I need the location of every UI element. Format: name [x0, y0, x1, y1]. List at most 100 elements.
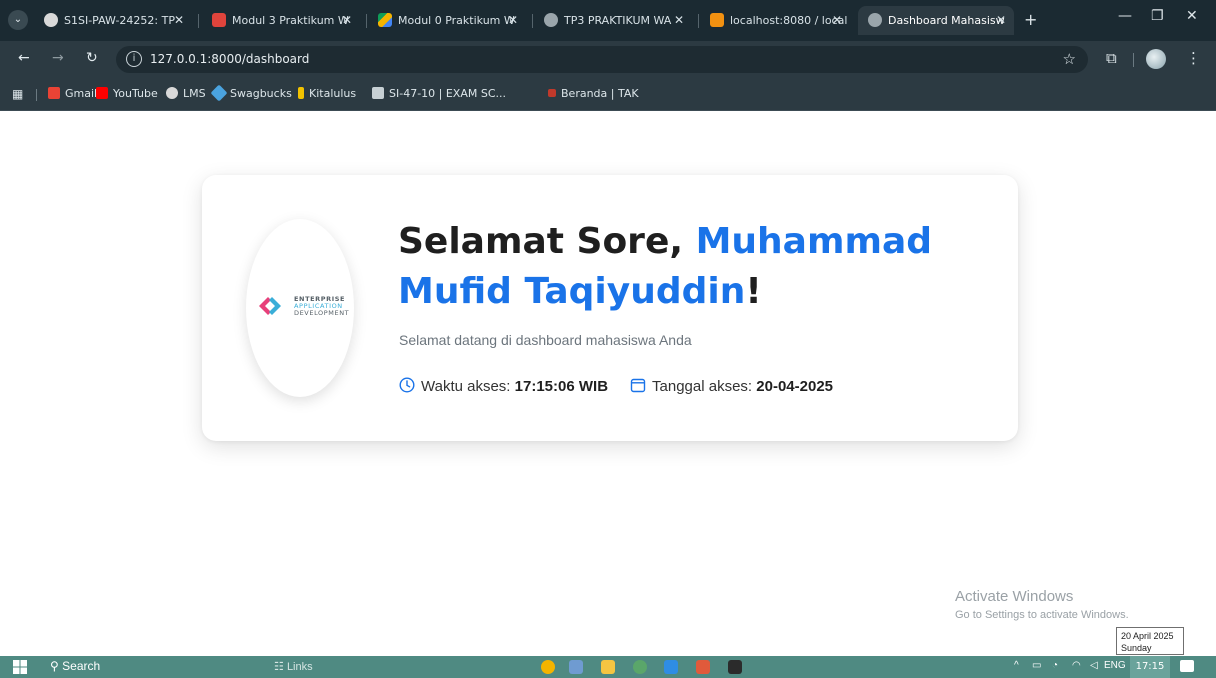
access-info: Waktu akses: 17:15:06 WIB Tanggal akses:…: [399, 377, 834, 395]
welcome-subtitle: Selamat datang di dashboard mahasiswa An…: [399, 332, 692, 348]
bookmark-kitalulus[interactable]: Kitalulus: [298, 87, 356, 100]
bookmarks-bar: ▦ Gmail YouTube LMS Swagbucks Kitalulus …: [0, 78, 1216, 111]
bookmarks-separator: [36, 89, 37, 101]
language-indicator[interactable]: ENG: [1104, 660, 1126, 671]
back-icon[interactable]: ←: [18, 50, 30, 66]
wifi-icon[interactable]: ◠: [1072, 660, 1081, 671]
tab-localhost[interactable]: localhost:8080 / local ✕: [710, 6, 850, 35]
taskbar-search[interactable]: ⚲ Search: [50, 659, 100, 673]
globe-icon: [544, 13, 558, 27]
close-icon[interactable]: ✕: [674, 6, 684, 35]
minimize-icon[interactable]: —: [1118, 8, 1132, 24]
xampp-icon[interactable]: [696, 660, 710, 674]
tab-lms[interactable]: S1SI-PAW-24252: TP ✕: [44, 6, 192, 35]
tab-label: localhost:8080 / local: [730, 14, 848, 27]
bookmark-tak[interactable]: Beranda | TAK: [548, 87, 639, 100]
code-brackets-logo-icon: [259, 297, 281, 315]
swagbucks-icon: [210, 84, 228, 102]
close-icon[interactable]: ✕: [996, 6, 1006, 35]
logo-text: ENTERPRISE APPLICATION DEVELOPMENT: [294, 296, 349, 317]
bookmark-label: YouTube: [113, 87, 158, 100]
chrome-icon[interactable]: [541, 660, 555, 674]
tab-separator: [366, 14, 367, 28]
volume-icon[interactable]: ◁: [1090, 660, 1098, 671]
tab-label: Modul 3 Praktikum W: [232, 14, 349, 27]
apps-grid-icon[interactable]: ▦: [12, 87, 23, 101]
tooltip-day: Sunday: [1121, 643, 1152, 653]
menu-icon[interactable]: ⋮: [1186, 49, 1201, 67]
logo-oval: ENTERPRISE APPLICATION DEVELOPMENT: [246, 219, 354, 397]
close-icon[interactable]: ✕: [342, 6, 352, 35]
taskbar-clock[interactable]: 17:15: [1130, 656, 1170, 678]
time-label: Waktu akses:: [421, 378, 511, 395]
vscode-icon[interactable]: [664, 660, 678, 674]
tak-icon: [548, 89, 556, 97]
taskbar-links[interactable]: ☷ Links: [274, 660, 313, 673]
forward-icon[interactable]: →: [52, 50, 64, 66]
screen: ⌄ S1SI-PAW-24252: TP ✕ Modul 3 Praktikum…: [0, 0, 1216, 678]
bookmark-youtube[interactable]: YouTube: [96, 87, 158, 100]
time-value: 17:15:06 WIB: [514, 378, 609, 395]
file-explorer-icon[interactable]: [601, 660, 615, 674]
clock-icon: [399, 377, 415, 393]
watermark-subtitle: Go to Settings to activate Windows.: [955, 609, 1129, 621]
greeting-suffix: !: [745, 271, 762, 312]
tray-chevron-icon[interactable]: ^: [1014, 660, 1019, 671]
notification-icon[interactable]: [1180, 660, 1194, 672]
drive-icon: [378, 13, 392, 27]
battery-icon[interactable]: ▭: [1032, 660, 1041, 671]
logo-line-3: DEVELOPMENT: [294, 309, 350, 317]
profile-avatar[interactable]: [1146, 49, 1166, 69]
bookmark-label: Gmail: [65, 87, 98, 100]
greeting-heading: Selamat Sore, Muhammad Mufid Taqiyuddin!: [398, 217, 988, 317]
tooltip-date: 20 April 2025: [1121, 631, 1174, 641]
lms-icon: [44, 13, 58, 27]
links-icon: ☷: [274, 661, 284, 673]
extensions-icon[interactable]: ⧉: [1106, 49, 1117, 67]
pdf-icon: [212, 13, 226, 27]
bookmark-lms[interactable]: LMS: [166, 87, 206, 100]
tab-modul-0[interactable]: Modul 0 Praktikum W ✕: [378, 6, 526, 35]
tab-separator: [532, 14, 533, 28]
close-icon[interactable]: ✕: [174, 6, 184, 35]
url-text[interactable]: 127.0.0.1:8000/dashboard: [150, 52, 309, 66]
reload-icon[interactable]: ↻: [86, 50, 98, 66]
tab-label: TP3 PRAKTIKUM WA: [564, 14, 672, 27]
site-info-icon[interactable]: i: [126, 51, 142, 67]
tab-tp3[interactable]: TP3 PRAKTIKUM WA ✕: [544, 6, 692, 35]
page-content: ENTERPRISE APPLICATION DEVELOPMENT Selam…: [0, 111, 1216, 656]
address-bar[interactable]: i 127.0.0.1:8000/dashboard ☆: [116, 46, 1088, 73]
bookmark-label: SI-47-10 | EXAM SC...: [389, 87, 507, 100]
gmail-icon: [48, 87, 60, 99]
search-icon: ⚲: [50, 659, 59, 673]
close-icon[interactable]: ✕: [508, 6, 518, 35]
tab-strip: ⌄ S1SI-PAW-24252: TP ✕ Modul 3 Praktikum…: [0, 0, 1216, 41]
tab-modul-3[interactable]: Modul 3 Praktikum W ✕: [212, 6, 360, 35]
bookmark-star-icon[interactable]: ☆: [1063, 50, 1076, 68]
terminal-icon[interactable]: [728, 660, 742, 674]
windows-start-icon[interactable]: [13, 660, 27, 674]
network-icon[interactable]: ◔: [1052, 660, 1058, 671]
tab-dashboard[interactable]: Dashboard Mahasisw ✕: [858, 6, 1014, 35]
bookmark-label: Kitalulus: [309, 87, 357, 100]
new-tab-button[interactable]: +: [1024, 10, 1037, 29]
restore-icon[interactable]: ❐: [1151, 8, 1164, 24]
calendar-icon: [630, 378, 646, 393]
date-value: 20-04-2025: [756, 378, 834, 395]
bookmark-swagbucks[interactable]: Swagbucks: [210, 84, 292, 102]
date-label: Tanggal akses:: [652, 378, 753, 395]
toolbar-separator: [1133, 53, 1134, 67]
whatsapp-icon[interactable]: [633, 660, 647, 674]
app-icon[interactable]: [569, 660, 583, 674]
close-window-icon[interactable]: ✕: [1186, 8, 1198, 24]
tab-search-chevron-icon[interactable]: ⌄: [8, 10, 28, 30]
tab-label: Dashboard Mahasisw: [888, 14, 1005, 27]
bookmark-exam[interactable]: SI-47-10 | EXAM SC...: [372, 87, 506, 100]
tab-label: S1SI-PAW-24252: TP: [64, 14, 175, 27]
links-label: Links: [286, 661, 313, 673]
close-icon[interactable]: ✕: [832, 6, 842, 35]
date-tooltip: 20 April 2025 Sunday: [1116, 627, 1184, 655]
bookmark-gmail[interactable]: Gmail: [48, 87, 97, 100]
youtube-icon: [96, 87, 108, 99]
tab-label: Modul 0 Praktikum W: [398, 14, 515, 27]
